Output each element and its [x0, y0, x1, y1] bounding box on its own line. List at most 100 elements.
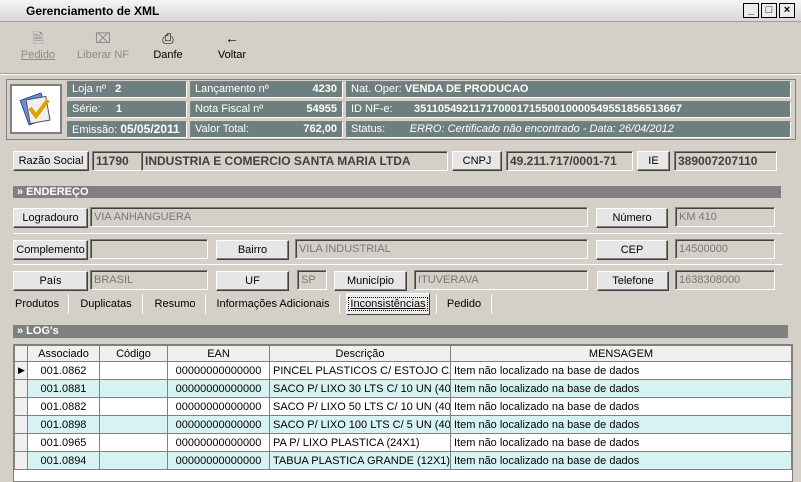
- id-nfe-label: ID NF-e:: [351, 103, 393, 115]
- tab-separator: [491, 294, 492, 314]
- associado-cell: 001.0965: [27, 433, 100, 452]
- descricao-cell: PA P/ LIXO PLASTICA (24X1): [269, 433, 451, 452]
- ean-cell: 00000000000000: [167, 415, 270, 434]
- close-button[interactable]: ×: [779, 3, 795, 18]
- associado-cell: 001.0881: [27, 379, 100, 398]
- associado-cell: 001.0862: [27, 361, 100, 380]
- log-grid: Associado Código EAN Descrição MENSAGEM …: [13, 344, 793, 482]
- descricao-cell: PINCEL PLASTICOS C/ ESTOJO CX: [269, 361, 451, 380]
- cep-button[interactable]: CEP: [596, 240, 668, 260]
- printer-icon: ⎙: [162, 30, 174, 46]
- codigo-cell: [99, 361, 168, 380]
- ean-cell: 00000000000000: [167, 451, 270, 470]
- col-codigo[interactable]: Código: [99, 345, 168, 362]
- tab-duplicatas[interactable]: Duplicatas: [77, 292, 135, 316]
- ie-field[interactable]: 389007207110: [674, 151, 777, 171]
- complemento-field[interactable]: [90, 239, 208, 259]
- telefone-button[interactable]: Telefone: [597, 271, 669, 291]
- tab-separator: [205, 294, 206, 314]
- mensagem-cell: Item não localizado na base de dados: [450, 397, 792, 416]
- ean-cell: 00000000000000: [167, 361, 270, 380]
- nat-oper-value: VENDA DE PRODUCAO: [404, 83, 529, 95]
- serie-label: Série:: [72, 103, 101, 115]
- mensagem-cell: Item não localizado na base de dados: [450, 379, 792, 398]
- emissao-cell: Emissão: 05/05/2011: [67, 121, 187, 138]
- table-row[interactable]: 001.0881 00000000000000 SACO P/ LIXO 30 …: [14, 379, 792, 398]
- complemento-button[interactable]: Complemento: [13, 240, 88, 260]
- liberar-nf-button[interactable]: ⌧ Liberar NF: [74, 30, 132, 68]
- cnpj-button[interactable]: CNPJ: [452, 151, 502, 171]
- row-indicator: [14, 379, 28, 398]
- toolbar-separator: [0, 73, 801, 75]
- numero-button[interactable]: Número: [596, 208, 668, 228]
- razao-social-button[interactable]: Razão Social: [13, 151, 89, 171]
- tab-pedido[interactable]: Pedido: [443, 292, 485, 316]
- row-indicator: [14, 397, 28, 416]
- table-row[interactable]: ▶ 001.0862 00000000000000 PINCEL PLASTIC…: [14, 361, 792, 380]
- divider: [13, 233, 783, 234]
- codigo-cell: [99, 415, 168, 434]
- valor-total-value: 762,00: [303, 123, 337, 135]
- ean-cell: 00000000000000: [167, 397, 270, 416]
- pais-field[interactable]: BRASIL: [90, 270, 208, 290]
- tab-produtos[interactable]: Produtos: [13, 292, 61, 316]
- uf-button[interactable]: UF: [216, 271, 289, 291]
- cep-field[interactable]: 14500000: [675, 239, 775, 259]
- municipio-field[interactable]: ITUVERAVA: [414, 270, 588, 290]
- logradouro-button[interactable]: Logradouro: [13, 208, 88, 228]
- cnpj-field[interactable]: 49.211.717/0001-71: [506, 151, 633, 171]
- minimize-button[interactable]: _: [743, 3, 759, 18]
- maximize-button[interactable]: □: [761, 3, 777, 18]
- col-associado[interactable]: Associado: [27, 345, 100, 362]
- table-row[interactable]: 001.0882 00000000000000 SACO P/ LIXO 50 …: [14, 397, 792, 416]
- mensagem-cell: Item não localizado na base de dados: [450, 361, 792, 380]
- ie-button[interactable]: IE: [637, 151, 670, 171]
- table-row[interactable]: 001.0898 00000000000000 SACO P/ LIXO 100…: [14, 415, 792, 434]
- table-row[interactable]: 001.0894 00000000000000 TABUA PLASTICA G…: [14, 451, 792, 470]
- pedido-label: Pedido: [20, 49, 56, 61]
- status-cell: Status: ERRO: Certificado não encontrado…: [346, 121, 791, 138]
- municipio-button[interactable]: Município: [334, 271, 407, 291]
- descricao-cell: SACO P/ LIXO 50 LTS C/ 10 UN (40: [269, 397, 451, 416]
- current-row-arrow-icon: ▶: [14, 361, 28, 380]
- row-indicator: [14, 433, 28, 452]
- nota-fiscal-value: 54955: [306, 103, 337, 115]
- tab-informacoes-adicionais[interactable]: Informações Adicionais: [214, 292, 332, 316]
- bairro-field[interactable]: VILA INDUSTRIAL: [295, 239, 588, 259]
- descricao-cell: TABUA PLASTICA GRANDE (12X1): [269, 451, 451, 470]
- associado-cell: 001.0882: [27, 397, 100, 416]
- row-indicator-header: [14, 345, 28, 362]
- pais-button[interactable]: País: [13, 271, 88, 291]
- window-title: Gerenciamento de XML: [26, 4, 160, 18]
- codigo-cell: [99, 379, 168, 398]
- codigo-field[interactable]: 11790: [92, 151, 142, 171]
- table-row[interactable]: 001.0965 00000000000000 PA P/ LIXO PLAST…: [14, 433, 792, 452]
- associado-cell: 001.0898: [27, 415, 100, 434]
- logs-section-header: » LOG's: [13, 325, 788, 338]
- col-mensagem[interactable]: MENSAGEM: [450, 345, 792, 362]
- status-value: ERRO: Certificado não encontrado - Data:…: [409, 123, 674, 135]
- danfe-button[interactable]: ⎙ Danfe: [146, 30, 190, 68]
- tab-separator: [436, 294, 437, 314]
- bairro-button[interactable]: Bairro: [216, 240, 289, 260]
- col-descricao[interactable]: Descrição: [269, 345, 451, 362]
- uf-field[interactable]: SP: [297, 270, 327, 290]
- descricao-cell: SACO P/ LIXO 100 LTS C/ 5 UN (40: [269, 415, 451, 434]
- numero-field[interactable]: KM 410: [675, 207, 775, 227]
- emissao-value: 05/05/2011: [120, 122, 180, 136]
- col-ean[interactable]: EAN: [167, 345, 270, 362]
- danfe-label: Danfe: [153, 49, 183, 61]
- divider: [13, 264, 783, 265]
- telefone-field[interactable]: 1638308000: [675, 270, 775, 290]
- codigo-cell: [99, 397, 168, 416]
- tab-resumo[interactable]: Resumo: [151, 292, 199, 316]
- associado-cell: 001.0894: [27, 451, 100, 470]
- pedido-button[interactable]: 🗎 Pedido: [16, 30, 60, 68]
- row-indicator: [14, 451, 28, 470]
- tab-inconsistencias[interactable]: Inconsistências: [346, 293, 430, 315]
- row-indicator: [14, 415, 28, 434]
- razao-social-field[interactable]: INDUSTRIA E COMERCIO SANTA MARIA LTDA: [141, 151, 448, 171]
- logradouro-field[interactable]: VIA ANHANGUERA: [90, 207, 588, 227]
- nota-fiscal-cell: Nota Fiscal nº 54955: [190, 101, 343, 118]
- voltar-button[interactable]: ← Voltar: [210, 30, 254, 68]
